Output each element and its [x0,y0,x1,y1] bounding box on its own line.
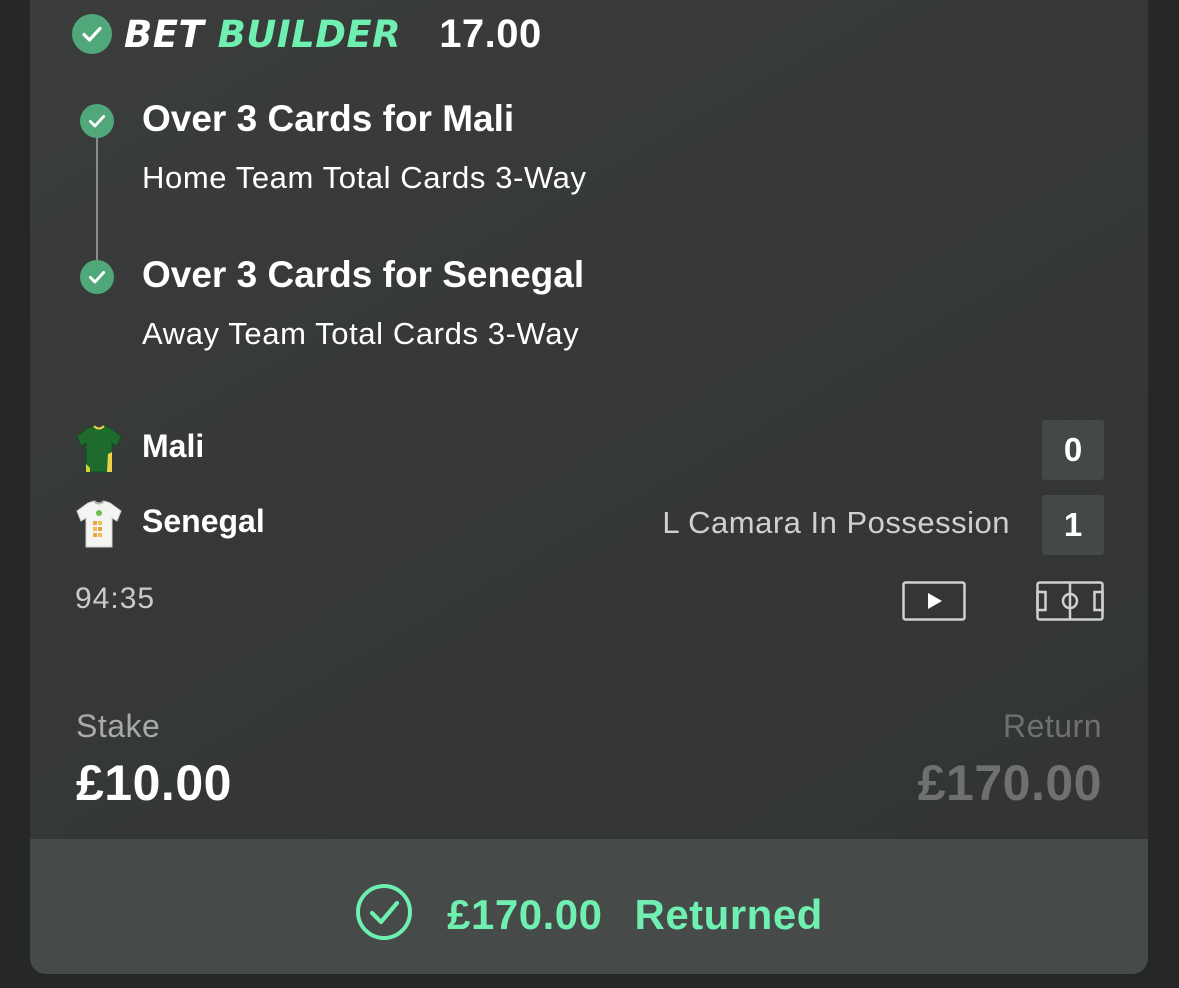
away-score: 1 [1042,495,1104,555]
bet-card[interactable]: BET BUILDER 17.00 Over 3 Cards for Mali … [30,0,1148,974]
bet-builder-logo: BET BUILDER [124,13,401,56]
stake-label: Stake [76,708,161,744]
stake-value: £10.00 [76,755,232,811]
away-team-row: Senegal L Camara In Possession 1 [74,495,1104,555]
return-value: £170.00 [917,755,1102,811]
away-team-name: Senegal [142,503,265,539]
brand-part-2: BUILDER [217,12,402,56]
odds-value: 17.00 [439,11,542,56]
return-label: Return [1002,708,1102,744]
home-team-name: Mali [142,428,205,464]
possession-status: L Camara In Possession [662,505,1010,540]
selection-market: Home Team Total Cards 3-Way [142,160,587,195]
returned-amount: £170.00 [447,890,603,938]
play-video-icon[interactable] [902,581,966,626]
selection-title: Over 3 Cards for Mali [142,98,515,139]
brand-part-1: BET [124,12,205,56]
returned-check-icon [355,883,413,946]
match-clock: 94:35 [75,582,156,615]
green-shirt-icon [74,424,124,474]
home-team-row: Mali 0 [74,420,1104,480]
bet-header: BET BUILDER 17.00 [72,12,542,56]
white-shirt-icon [74,499,124,549]
selection-title: Over 3 Cards for Senegal [142,254,585,295]
check-icon [80,104,114,138]
returned-status: Returned [634,890,823,938]
check-icon [80,260,114,294]
returned-banner: £170.00 Returned [30,839,1148,974]
selection-market: Away Team Total Cards 3-Way [142,316,580,351]
check-icon [72,14,112,54]
page: BET BUILDER 17.00 Over 3 Cards for Mali … [0,0,1179,988]
home-score: 0 [1042,420,1104,480]
pitch-tracker-icon[interactable] [1036,581,1104,626]
